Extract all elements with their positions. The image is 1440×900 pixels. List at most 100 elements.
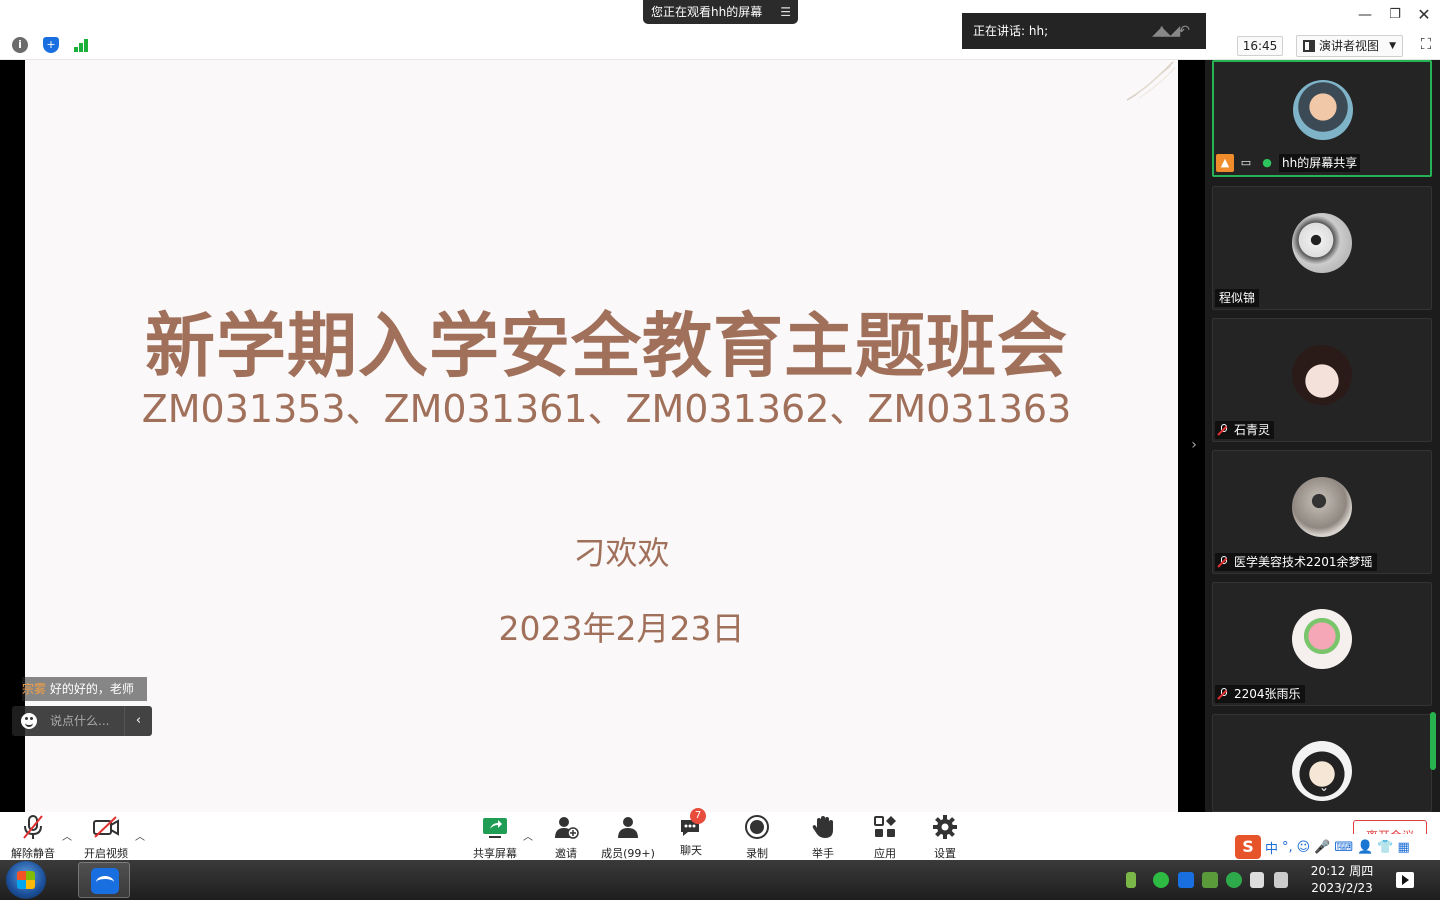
participant-name: 2204张雨乐 — [1234, 687, 1301, 701]
participant-scrollbar[interactable] — [1430, 712, 1436, 770]
video-options-chevron-icon[interactable]: ︿ — [135, 828, 145, 843]
wechat-icon[interactable] — [1153, 872, 1169, 888]
record-button[interactable]: 录制 — [740, 814, 774, 860]
taskbar-meeting-app[interactable] — [78, 862, 130, 898]
shield-icon[interactable]: + — [43, 37, 59, 53]
participant-name-label: 医学美容技术2201余梦瑶 — [1215, 553, 1377, 571]
chat-unread-badge: 7 — [690, 808, 706, 824]
participant-tile[interactable]: ▲ ▭ ● hh的屏幕共享 — [1212, 60, 1432, 177]
meeting-toolbar: i + 16:45 演讲者视图 ▼ ⛶ — [0, 30, 1440, 60]
share-screen-icon — [483, 818, 507, 838]
meeting-tray-icon[interactable] — [1178, 872, 1194, 888]
meeting-timer: 16:45 — [1237, 36, 1283, 56]
participant-tile[interactable]: 石青灵 — [1212, 318, 1432, 442]
gear-icon — [933, 815, 957, 839]
share-screen-button[interactable]: 共享屏幕 — [470, 814, 520, 860]
sogou-ime-icon[interactable]: S — [1235, 835, 1261, 859]
os-taskbar: 20:12 周四 2023/2/23 — [0, 860, 1440, 900]
quick-chat-box[interactable]: 说点什么... ‹ — [12, 706, 152, 736]
participant-tile[interactable] — [1212, 714, 1432, 812]
slide-date: 2023年2月23日 — [498, 609, 745, 648]
punctuation-icon[interactable]: °, — [1282, 840, 1293, 855]
update-tray-icon[interactable] — [1226, 872, 1242, 888]
avatar — [1292, 609, 1352, 669]
security-tray-icon[interactable] — [1202, 872, 1218, 888]
meeting-controls-bar: 解除静音 ︿ 开启视频 ︿ 共享屏幕 ︿ 邀请 成员(99+) 7 聊天 录制 … — [0, 808, 1440, 860]
info-icon[interactable]: i — [12, 37, 28, 53]
restore-button[interactable]: ❐ — [1385, 5, 1405, 25]
participant-name: 医学美容技术2201余梦瑶 — [1234, 555, 1373, 569]
settings-button[interactable]: 设置 — [928, 814, 962, 860]
network-icon[interactable] — [1250, 872, 1264, 888]
slide-author: 刁欢欢 — [573, 534, 670, 572]
participant-name-label: 石青灵 — [1215, 421, 1275, 439]
participant-name-label: 2204张雨乐 — [1215, 685, 1305, 703]
meeting-app-window: { "banner": {"viewing": "您正在观看hh的屏幕"}, "… — [0, 0, 1440, 900]
invite-label: 邀请 — [555, 847, 577, 860]
title-bar: 您正在观看hh的屏幕 ☰ — ❐ ✕ — [0, 0, 1440, 30]
apps-button[interactable]: 应用 — [868, 814, 902, 860]
microphone-icon: ● — [1262, 156, 1272, 169]
share-options-chevron-icon[interactable]: ︿ — [523, 828, 533, 843]
participant-tile[interactable]: 程似锦 — [1212, 186, 1432, 310]
invite-button[interactable]: 邀请 — [548, 814, 584, 860]
mic-muted-icon — [1219, 424, 1229, 436]
audio-options-chevron-icon[interactable]: ︿ — [62, 828, 72, 843]
battery-icon[interactable] — [1126, 872, 1136, 888]
talking-text: 正在讲话: hh; — [973, 24, 1049, 38]
participant-video-panel: ▲ ▭ ● hh的屏幕共享 程似锦 石青灵 医学美容技术2201余梦瑶 2204… — [1205, 60, 1440, 812]
avatar — [1292, 213, 1352, 273]
participant-tile[interactable]: 医学美容技术2201余梦瑶 — [1212, 450, 1432, 574]
camera-off-icon — [93, 816, 119, 838]
unmute-button[interactable]: 解除静音 — [8, 814, 58, 860]
audio-wave-icon: ◢◣◢↶ — [1152, 23, 1190, 39]
chat-label: 聊天 — [680, 844, 702, 857]
chevron-down-icon[interactable]: ⌄ — [1316, 780, 1332, 794]
mic-muted-icon — [1219, 556, 1229, 568]
volume-icon[interactable] — [1274, 872, 1288, 888]
view-mode-dropdown[interactable]: 演讲者视图 ▼ — [1296, 35, 1403, 57]
participant-name: 石青灵 — [1234, 423, 1271, 437]
skin-icon[interactable]: 👕 — [1377, 840, 1393, 855]
apps-icon — [874, 816, 896, 837]
chat-icon-wrap: 7 — [678, 808, 706, 840]
start-button[interactable] — [6, 861, 46, 899]
minimize-button[interactable]: — — [1355, 5, 1375, 25]
play-icon[interactable] — [1396, 872, 1414, 888]
user-icon[interactable]: 👤 — [1357, 840, 1373, 855]
shared-screen-area: 新学期入学安全教育主题班会 ZM031353、ZM031361、ZM031362… — [0, 60, 1205, 812]
avatar — [1293, 80, 1353, 140]
chevron-left-icon[interactable]: ‹ — [124, 706, 152, 736]
panel-collapse-handle[interactable]: › — [1187, 434, 1201, 456]
raise-hand-label: 举手 — [812, 847, 834, 860]
share-screen-label: 共享屏幕 — [473, 847, 517, 860]
fullscreen-icon[interactable]: ⛶ — [1418, 36, 1434, 52]
chat-message-bubble: 宗雾 好的好的，老师 — [22, 677, 147, 701]
viewing-banner[interactable]: 您正在观看hh的屏幕 ☰ — [643, 0, 798, 24]
emoji-icon[interactable] — [21, 713, 37, 729]
chat-sender: 宗雾 — [22, 682, 47, 696]
close-button[interactable]: ✕ — [1414, 5, 1434, 25]
toolbox-icon[interactable]: ▦ — [1398, 840, 1410, 855]
members-icon — [618, 817, 638, 838]
chat-input[interactable]: 说点什么... — [50, 706, 109, 736]
clock-time: 20:12 周四 — [1310, 864, 1374, 878]
ime-mode-label[interactable]: 中 — [1265, 838, 1278, 857]
banner-menu-icon[interactable]: ☰ — [780, 0, 791, 24]
system-clock[interactable]: 20:12 周四 2023/2/23 — [1298, 863, 1386, 897]
start-video-button[interactable]: 开启视频 — [82, 814, 130, 860]
emoji-face-icon[interactable]: ☺ — [1297, 840, 1311, 855]
network-signal-icon[interactable] — [73, 37, 91, 53]
chat-button[interactable]: 7 聊天 — [674, 808, 708, 858]
mic-muted-icon — [1219, 688, 1229, 700]
presentation-slide: 新学期入学安全教育主题班会 ZM031353、ZM031361、ZM031362… — [25, 60, 1178, 812]
members-button[interactable]: 成员(99+) — [600, 814, 656, 860]
unmute-label: 解除静音 — [11, 847, 55, 860]
participant-tile[interactable]: 2204张雨乐 — [1212, 582, 1432, 706]
voice-input-icon[interactable]: 🎤 — [1314, 840, 1330, 855]
ime-toolbar: S 中 °, ☺ 🎤 ⌨ 👤 👕 ▦ — [1233, 834, 1440, 860]
record-icon — [745, 815, 769, 839]
clock-date: 2023/2/23 — [1311, 881, 1373, 895]
raise-hand-button[interactable]: 举手 — [806, 814, 840, 860]
keyboard-icon[interactable]: ⌨ — [1334, 840, 1353, 855]
